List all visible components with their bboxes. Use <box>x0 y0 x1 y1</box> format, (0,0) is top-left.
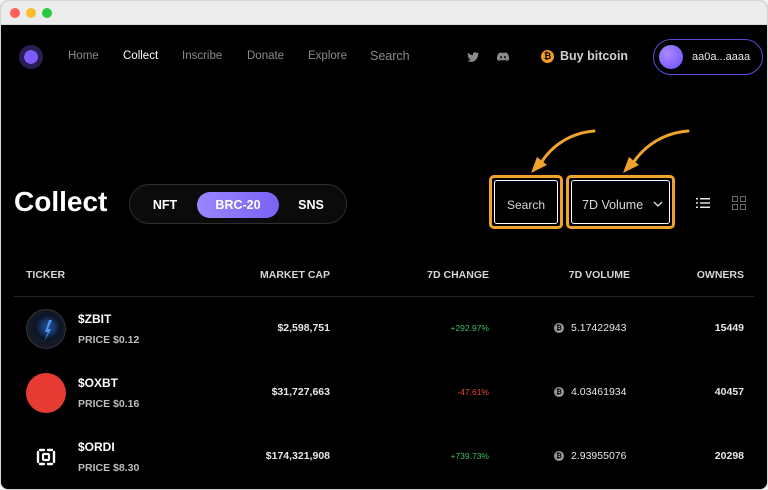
owners-value: 40457 <box>714 386 744 398</box>
nav-explore[interactable]: Explore <box>308 50 347 62</box>
change-value: +739.73% <box>450 451 489 461</box>
tab-sns[interactable]: SNS <box>288 192 334 218</box>
browser-window: Home Collect Inscribe Donate Explore Sea… <box>0 0 768 490</box>
search-button-label: Search <box>506 198 546 212</box>
ticker-name: $ZBIT <box>78 312 112 326</box>
nav-home[interactable]: Home <box>68 50 99 62</box>
category-segmented-control: NFT BRC-20 SNS <box>129 184 347 224</box>
close-window-button[interactable] <box>10 8 20 18</box>
callout-arrows <box>531 129 690 173</box>
sort-select-value: 7D Volume <box>582 198 644 212</box>
market-cap-value: $174,321,908 <box>265 450 330 462</box>
wallet-button[interactable]: aa0a...aaaa <box>653 39 763 75</box>
change-value: -47.61% <box>457 387 489 397</box>
tab-brc20[interactable]: BRC-20 <box>197 192 279 218</box>
volume-cell: ₿ 5.17422943 <box>554 322 626 334</box>
ticker-price: PRICE $0.12 <box>78 334 140 346</box>
column-ticker[interactable]: TICKER <box>26 269 65 281</box>
ticker-name: $ORDI <box>78 440 115 454</box>
bitcoin-icon: ₿ <box>554 451 564 461</box>
volume-value: 5.17422943 <box>571 322 627 334</box>
market-cap-value: $2,598,751 <box>277 322 330 334</box>
buy-bitcoin-label: Buy bitcoin <box>560 49 629 63</box>
column-7d-volume[interactable]: 7D VOLUME <box>569 269 630 281</box>
column-owners[interactable]: OWNERS <box>697 269 744 281</box>
bitcoin-icon: ₿ <box>554 323 564 333</box>
sort-select[interactable]: 7D Volume <box>566 175 675 229</box>
owners-value: 20298 <box>714 450 744 462</box>
owners-value: 15449 <box>714 322 744 334</box>
table-row[interactable]: $OXBT PRICE $0.16 $31,727,663 -47.61% ₿ … <box>1 361 767 425</box>
minimize-window-button[interactable] <box>26 8 36 18</box>
ticker-name: $OXBT <box>78 376 119 390</box>
nav-search[interactable]: Search <box>370 49 410 63</box>
ticker-price: PRICE $0.16 <box>78 398 140 410</box>
maximize-window-button[interactable] <box>42 8 52 18</box>
nav-donate[interactable]: Donate <box>247 50 284 62</box>
list-view-icon[interactable] <box>696 196 710 210</box>
table-row[interactable]: $ORDI PRICE $8.30 $174,321,908 +739.73% … <box>1 425 767 489</box>
discord-icon[interactable] <box>496 50 510 64</box>
volume-cell: ₿ 4.03461934 <box>554 386 626 398</box>
grid-view-icon[interactable] <box>732 196 746 210</box>
volume-value: 4.03461934 <box>571 386 627 398</box>
market-cap-value: $31,727,663 <box>271 386 330 398</box>
wallet-address: aa0a...aaaa <box>692 51 751 63</box>
nav-inscribe[interactable]: Inscribe <box>182 50 222 62</box>
page-title: Collect <box>14 186 108 217</box>
tab-nft[interactable]: NFT <box>142 192 188 218</box>
site-logo[interactable] <box>19 45 43 69</box>
twitter-icon[interactable] <box>466 50 480 64</box>
table-header: TICKER MARKET CAP 7D CHANGE 7D VOLUME OW… <box>1 269 767 285</box>
avatar <box>659 45 683 69</box>
bitcoin-icon: ₿ <box>554 387 564 397</box>
volume-cell: ₿ 2.93955076 <box>554 450 626 462</box>
oxbt-logo-icon <box>26 373 66 413</box>
table-row[interactable]: $ZBIT PRICE $0.12 $2,598,751 +292.97% ₿ … <box>1 297 767 361</box>
volume-value: 2.93955076 <box>571 450 627 462</box>
change-value: +292.97% <box>450 323 489 333</box>
nav-collect[interactable]: Collect <box>123 50 158 62</box>
search-button[interactable]: Search <box>489 175 563 229</box>
buy-bitcoin-link[interactable]: ₿ Buy bitcoin <box>541 49 628 63</box>
zbit-logo-icon <box>26 309 66 349</box>
column-market-cap[interactable]: MARKET CAP <box>260 269 330 281</box>
ticker-price: PRICE $8.30 <box>78 462 140 474</box>
ordi-logo-icon <box>26 437 66 477</box>
chevron-down-icon <box>653 201 663 207</box>
column-7d-change[interactable]: 7D CHANGE <box>427 269 489 281</box>
top-nav: Home Collect Inscribe Donate Explore Sea… <box>1 25 767 89</box>
title-bar <box>1 1 767 25</box>
bitcoin-icon: ₿ <box>541 49 554 63</box>
